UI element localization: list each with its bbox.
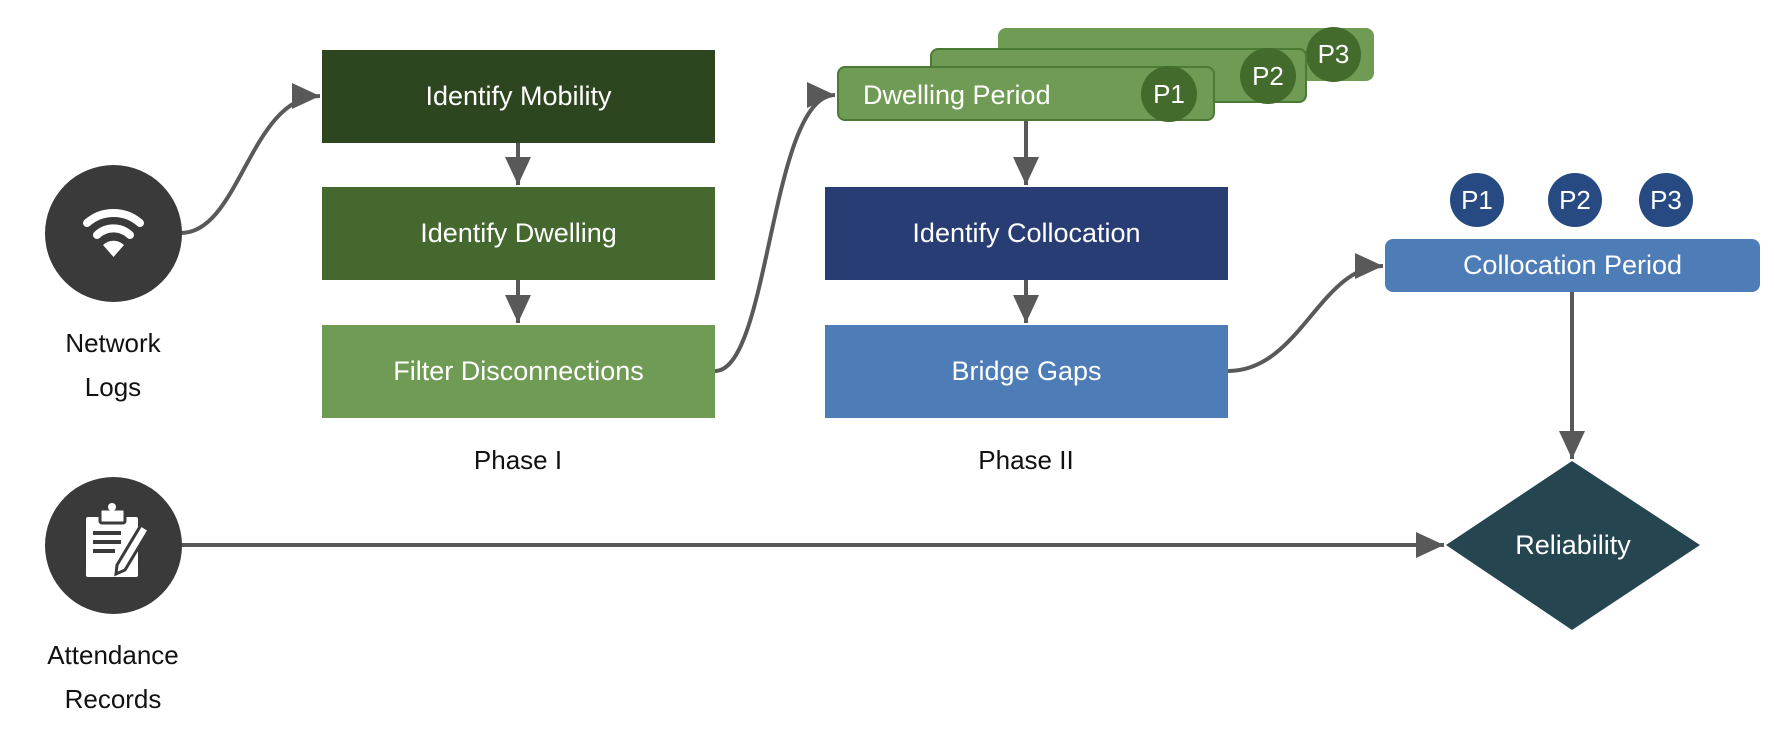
- reliability-label: Reliability: [1515, 529, 1631, 560]
- collocation-period-box: Collocation Period: [1385, 239, 1760, 292]
- step-identify-dwelling: Identify Dwelling: [322, 187, 715, 280]
- badge-p3: P3: [1306, 27, 1361, 82]
- collocation-badge-p3: P3: [1639, 173, 1693, 227]
- clipboard-pen-icon: [86, 503, 152, 577]
- network-logs-node: [45, 165, 182, 302]
- collocation-badge-p2: P2: [1548, 173, 1602, 227]
- phase-1-label: Phase I: [473, 445, 563, 475]
- arrow-network-to-mobility: [180, 83, 321, 235]
- badge-p2: P2: [1240, 48, 1296, 104]
- arrow-filter-to-dwelling-period: [714, 82, 836, 373]
- badge-p1: P1: [1141, 66, 1197, 122]
- network-logs-label: Network Logs: [65, 328, 161, 402]
- step-identify-collocation: Identify Collocation: [825, 187, 1228, 280]
- attendance-records-node: [45, 477, 182, 614]
- wifi-icon: [83, 209, 144, 257]
- phase-2-label: Phase II: [978, 445, 1074, 475]
- step-identify-mobility: Identify Mobility: [322, 50, 715, 143]
- step-filter-disconnections: Filter Disconnections: [322, 325, 715, 418]
- arrow-bridge-to-collocation-period: [1227, 253, 1384, 373]
- attendance-records-label: Attendance Records: [47, 640, 179, 714]
- collocation-badge-p1: P1: [1450, 173, 1504, 227]
- step-bridge-gaps: Bridge Gaps: [825, 325, 1228, 418]
